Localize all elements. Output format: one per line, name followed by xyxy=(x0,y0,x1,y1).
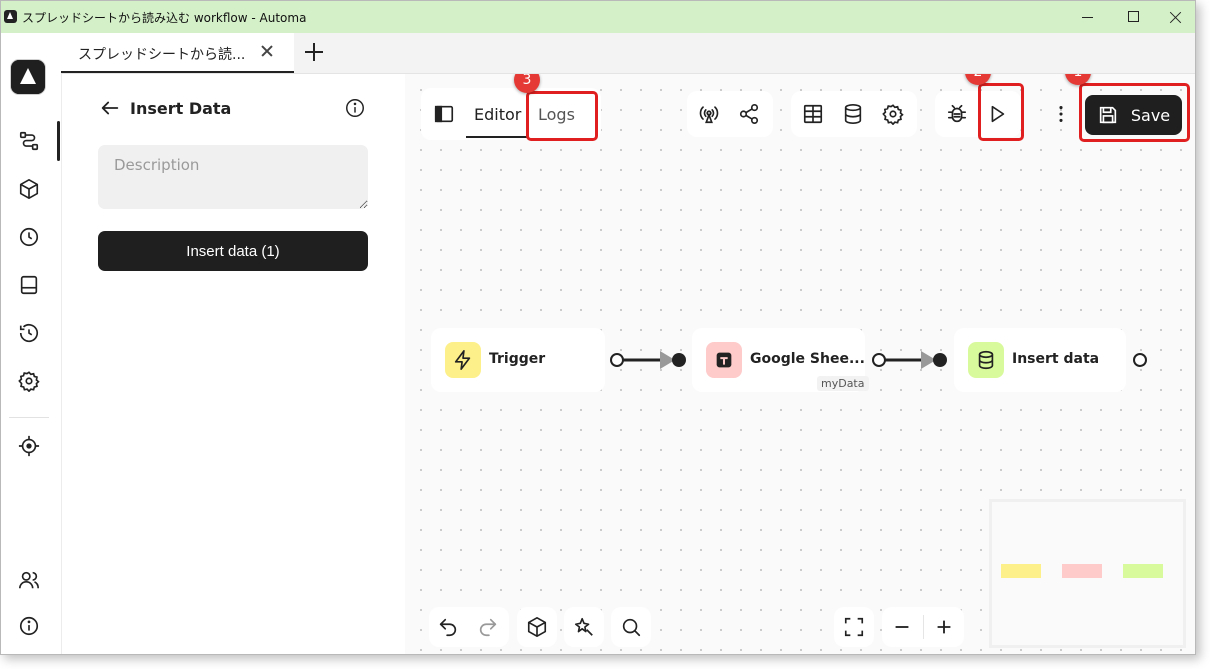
fullscreen-icon[interactable] xyxy=(837,610,871,644)
zoom-divider xyxy=(923,615,924,639)
zoom-group xyxy=(882,607,964,647)
minimap-node-sheets xyxy=(1062,564,1102,578)
active-indicator xyxy=(57,121,60,161)
minimap[interactable] xyxy=(989,499,1186,648)
node-label: Trigger xyxy=(489,351,546,367)
title-bar: スプレッドシートから読み込む workflow - Automa xyxy=(1,1,1195,33)
tab-strip: スプレッドシートから読... xyxy=(61,33,1195,74)
node-trigger[interactable]: Trigger xyxy=(431,328,605,392)
more-options-icon[interactable] xyxy=(1044,97,1078,131)
magic-star-icon[interactable] xyxy=(567,610,601,644)
history-icon[interactable] xyxy=(18,322,40,344)
sheets-icon xyxy=(706,342,742,378)
node-data-tag: myData xyxy=(817,376,869,391)
data-tools-group xyxy=(791,91,917,137)
sidebar-divider xyxy=(9,417,49,418)
undo-redo-group xyxy=(429,607,509,647)
schedule-clock-icon[interactable] xyxy=(18,226,40,248)
search-btn-group xyxy=(611,607,651,647)
panel-title: Insert Data xyxy=(130,99,232,118)
minimize-button[interactable] xyxy=(1068,1,1108,33)
database-icon[interactable] xyxy=(836,97,870,131)
lightning-icon xyxy=(445,342,481,378)
storage-icon[interactable] xyxy=(18,274,40,296)
execute-highlight-box xyxy=(978,83,1024,141)
node-label: Google Shee... xyxy=(750,351,865,367)
tab-label: スプレッドシートから読... xyxy=(78,47,246,63)
packages-icon[interactable] xyxy=(18,178,40,200)
crosshair-icon[interactable] xyxy=(18,435,40,457)
back-arrow-icon[interactable] xyxy=(99,97,121,119)
edge-trigger-to-sheets xyxy=(610,351,686,369)
database-icon xyxy=(968,342,1004,378)
package-btn-group xyxy=(517,607,557,647)
minimap-node-trigger xyxy=(1001,564,1041,578)
description-input[interactable] xyxy=(98,145,368,209)
fit-view-group xyxy=(834,607,874,647)
save-highlight-box xyxy=(1079,83,1190,142)
minimap-node-insert xyxy=(1123,564,1163,578)
edge-sheets-to-insert xyxy=(872,351,947,369)
redo-icon[interactable] xyxy=(471,610,505,644)
node-google-sheets[interactable]: Google Shee... myData xyxy=(692,328,869,392)
window-title: スプレッドシートから読み込む workflow - Automa xyxy=(22,11,307,25)
sidebar xyxy=(1,33,62,654)
share-tools-group xyxy=(687,91,773,137)
toggle-panel-icon[interactable] xyxy=(427,97,461,131)
table-icon[interactable] xyxy=(796,97,830,131)
app-window: スプレッドシートから読み込む workflow - Automa スプレッドシー… xyxy=(0,0,1196,655)
package-icon[interactable] xyxy=(520,610,554,644)
about-info-icon[interactable] xyxy=(18,615,40,637)
maximize-button[interactable] xyxy=(1114,1,1154,33)
search-icon[interactable] xyxy=(614,610,648,644)
node-label: Insert data xyxy=(1012,351,1100,367)
debug-bug-icon[interactable] xyxy=(940,97,974,131)
share-icon[interactable] xyxy=(732,97,766,131)
zoom-out-icon[interactable] xyxy=(885,610,919,644)
info-icon[interactable] xyxy=(344,97,366,119)
automa-logo-icon[interactable] xyxy=(11,60,45,94)
users-icon[interactable] xyxy=(18,569,40,591)
editor-tab-underline xyxy=(466,136,527,138)
settings-gear-icon[interactable] xyxy=(18,370,40,393)
undo-icon[interactable] xyxy=(431,610,465,644)
workflow-canvas[interactable]: Editor Logs Save 3 Trigger Google Shee..… xyxy=(405,74,1195,654)
workflows-icon[interactable] xyxy=(18,130,40,152)
close-tab-icon[interactable] xyxy=(259,43,275,59)
tab-workflow[interactable]: スプレッドシートから読... xyxy=(61,33,294,73)
close-window-button[interactable] xyxy=(1156,1,1195,33)
zoom-in-icon[interactable] xyxy=(927,610,961,644)
automa-app-icon xyxy=(4,10,17,23)
autoalign-btn-group xyxy=(564,607,604,647)
insert-data-button[interactable]: Insert data (1) xyxy=(98,231,368,271)
node-output-handle[interactable] xyxy=(1129,350,1149,370)
tab-editor[interactable]: Editor xyxy=(474,105,521,124)
broadcast-antenna-icon[interactable] xyxy=(692,97,726,131)
block-edit-panel: Insert Data Insert data (1) xyxy=(62,74,405,654)
node-insert-data[interactable]: Insert data xyxy=(954,328,1126,392)
workflow-settings-icon[interactable] xyxy=(876,97,910,131)
add-tab-icon[interactable] xyxy=(305,43,323,61)
logs-highlight-box xyxy=(526,91,598,141)
